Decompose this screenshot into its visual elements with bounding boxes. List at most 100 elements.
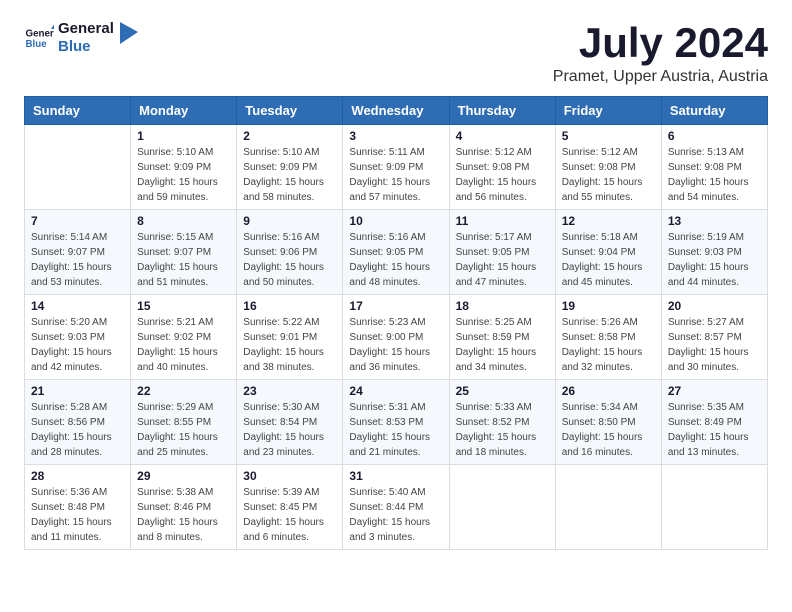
- day-number: 21: [31, 384, 124, 398]
- day-cell: 21 Sunrise: 5:28 AMSunset: 8:56 PMDaylig…: [25, 380, 131, 465]
- header-sunday: Sunday: [25, 97, 131, 125]
- day-cell: 19 Sunrise: 5:26 AMSunset: 8:58 PMDaylig…: [555, 295, 661, 380]
- day-info: Sunrise: 5:22 AMSunset: 9:01 PMDaylight:…: [243, 317, 324, 373]
- day-cell: 17 Sunrise: 5:23 AMSunset: 9:00 PMDaylig…: [343, 295, 449, 380]
- day-cell: 2 Sunrise: 5:10 AMSunset: 9:09 PMDayligh…: [237, 125, 343, 210]
- day-cell: 8 Sunrise: 5:15 AMSunset: 9:07 PMDayligh…: [131, 210, 237, 295]
- day-info: Sunrise: 5:29 AMSunset: 8:55 PMDaylight:…: [137, 402, 218, 458]
- day-cell: 15 Sunrise: 5:21 AMSunset: 9:02 PMDaylig…: [131, 295, 237, 380]
- day-cell: 31 Sunrise: 5:40 AMSunset: 8:44 PMDaylig…: [343, 465, 449, 550]
- header-tuesday: Tuesday: [237, 97, 343, 125]
- day-number: 26: [562, 384, 655, 398]
- day-info: Sunrise: 5:14 AMSunset: 9:07 PMDaylight:…: [31, 232, 112, 288]
- day-cell: 23 Sunrise: 5:30 AMSunset: 8:54 PMDaylig…: [237, 380, 343, 465]
- calendar-header-row: SundayMondayTuesdayWednesdayThursdayFrid…: [25, 97, 768, 125]
- day-cell: 22 Sunrise: 5:29 AMSunset: 8:55 PMDaylig…: [131, 380, 237, 465]
- day-cell: 27 Sunrise: 5:35 AMSunset: 8:49 PMDaylig…: [661, 380, 767, 465]
- day-info: Sunrise: 5:27 AMSunset: 8:57 PMDaylight:…: [668, 317, 749, 373]
- logo-icon: General Blue: [24, 23, 54, 53]
- logo: General Blue General Blue: [24, 20, 138, 56]
- day-number: 6: [668, 129, 761, 143]
- day-number: 29: [137, 469, 230, 483]
- day-cell: 30 Sunrise: 5:39 AMSunset: 8:45 PMDaylig…: [237, 465, 343, 550]
- day-number: 19: [562, 299, 655, 313]
- day-info: Sunrise: 5:10 AMSunset: 9:09 PMDaylight:…: [137, 147, 218, 203]
- day-cell: 13 Sunrise: 5:19 AMSunset: 9:03 PMDaylig…: [661, 210, 767, 295]
- month-title: July 2024: [553, 20, 768, 66]
- day-info: Sunrise: 5:15 AMSunset: 9:07 PMDaylight:…: [137, 232, 218, 288]
- day-cell: 14 Sunrise: 5:20 AMSunset: 9:03 PMDaylig…: [25, 295, 131, 380]
- day-number: 8: [137, 214, 230, 228]
- header-saturday: Saturday: [661, 97, 767, 125]
- day-number: 28: [31, 469, 124, 483]
- logo-blue: Blue: [58, 38, 114, 56]
- day-number: 22: [137, 384, 230, 398]
- header-thursday: Thursday: [449, 97, 555, 125]
- location-title: Pramet, Upper Austria, Austria: [553, 68, 768, 86]
- day-cell: [449, 465, 555, 550]
- svg-text:Blue: Blue: [26, 39, 48, 50]
- day-info: Sunrise: 5:12 AMSunset: 9:08 PMDaylight:…: [456, 147, 537, 203]
- day-info: Sunrise: 5:34 AMSunset: 8:50 PMDaylight:…: [562, 402, 643, 458]
- day-number: 31: [349, 469, 442, 483]
- logo-general: General: [58, 20, 114, 38]
- day-number: 13: [668, 214, 761, 228]
- day-number: 11: [456, 214, 549, 228]
- week-row-0: 1 Sunrise: 5:10 AMSunset: 9:09 PMDayligh…: [25, 125, 768, 210]
- svg-text:General: General: [26, 29, 55, 40]
- day-cell: 24 Sunrise: 5:31 AMSunset: 8:53 PMDaylig…: [343, 380, 449, 465]
- day-info: Sunrise: 5:10 AMSunset: 9:09 PMDaylight:…: [243, 147, 324, 203]
- day-info: Sunrise: 5:23 AMSunset: 9:00 PMDaylight:…: [349, 317, 430, 373]
- day-info: Sunrise: 5:39 AMSunset: 8:45 PMDaylight:…: [243, 487, 324, 543]
- day-info: Sunrise: 5:30 AMSunset: 8:54 PMDaylight:…: [243, 402, 324, 458]
- day-number: 17: [349, 299, 442, 313]
- day-info: Sunrise: 5:13 AMSunset: 9:08 PMDaylight:…: [668, 147, 749, 203]
- day-cell: 29 Sunrise: 5:38 AMSunset: 8:46 PMDaylig…: [131, 465, 237, 550]
- day-cell: 26 Sunrise: 5:34 AMSunset: 8:50 PMDaylig…: [555, 380, 661, 465]
- day-info: Sunrise: 5:40 AMSunset: 8:44 PMDaylight:…: [349, 487, 430, 543]
- day-cell: 3 Sunrise: 5:11 AMSunset: 9:09 PMDayligh…: [343, 125, 449, 210]
- day-info: Sunrise: 5:25 AMSunset: 8:59 PMDaylight:…: [456, 317, 537, 373]
- day-info: Sunrise: 5:17 AMSunset: 9:05 PMDaylight:…: [456, 232, 537, 288]
- day-number: 10: [349, 214, 442, 228]
- day-cell: [555, 465, 661, 550]
- title-area: July 2024 Pramet, Upper Austria, Austria: [553, 20, 768, 86]
- day-number: 9: [243, 214, 336, 228]
- day-number: 12: [562, 214, 655, 228]
- day-cell: 4 Sunrise: 5:12 AMSunset: 9:08 PMDayligh…: [449, 125, 555, 210]
- day-cell: 25 Sunrise: 5:33 AMSunset: 8:52 PMDaylig…: [449, 380, 555, 465]
- day-number: 18: [456, 299, 549, 313]
- day-info: Sunrise: 5:12 AMSunset: 9:08 PMDaylight:…: [562, 147, 643, 203]
- day-info: Sunrise: 5:31 AMSunset: 8:53 PMDaylight:…: [349, 402, 430, 458]
- day-number: 15: [137, 299, 230, 313]
- day-number: 14: [31, 299, 124, 313]
- day-cell: 7 Sunrise: 5:14 AMSunset: 9:07 PMDayligh…: [25, 210, 131, 295]
- day-info: Sunrise: 5:36 AMSunset: 8:48 PMDaylight:…: [31, 487, 112, 543]
- day-info: Sunrise: 5:20 AMSunset: 9:03 PMDaylight:…: [31, 317, 112, 373]
- day-number: 30: [243, 469, 336, 483]
- header-friday: Friday: [555, 97, 661, 125]
- week-row-2: 14 Sunrise: 5:20 AMSunset: 9:03 PMDaylig…: [25, 295, 768, 380]
- day-number: 27: [668, 384, 761, 398]
- day-info: Sunrise: 5:16 AMSunset: 9:05 PMDaylight:…: [349, 232, 430, 288]
- day-info: Sunrise: 5:11 AMSunset: 9:09 PMDaylight:…: [349, 147, 430, 203]
- day-info: Sunrise: 5:38 AMSunset: 8:46 PMDaylight:…: [137, 487, 218, 543]
- day-number: 2: [243, 129, 336, 143]
- header-monday: Monday: [131, 97, 237, 125]
- day-cell: 12 Sunrise: 5:18 AMSunset: 9:04 PMDaylig…: [555, 210, 661, 295]
- day-cell: 1 Sunrise: 5:10 AMSunset: 9:09 PMDayligh…: [131, 125, 237, 210]
- day-cell: 6 Sunrise: 5:13 AMSunset: 9:08 PMDayligh…: [661, 125, 767, 210]
- day-number: 5: [562, 129, 655, 143]
- day-number: 4: [456, 129, 549, 143]
- calendar-table: SundayMondayTuesdayWednesdayThursdayFrid…: [24, 96, 768, 550]
- day-info: Sunrise: 5:19 AMSunset: 9:03 PMDaylight:…: [668, 232, 749, 288]
- day-info: Sunrise: 5:26 AMSunset: 8:58 PMDaylight:…: [562, 317, 643, 373]
- day-cell: 11 Sunrise: 5:17 AMSunset: 9:05 PMDaylig…: [449, 210, 555, 295]
- day-info: Sunrise: 5:28 AMSunset: 8:56 PMDaylight:…: [31, 402, 112, 458]
- week-row-4: 28 Sunrise: 5:36 AMSunset: 8:48 PMDaylig…: [25, 465, 768, 550]
- day-number: 23: [243, 384, 336, 398]
- logo-arrow-icon: [120, 22, 138, 44]
- day-info: Sunrise: 5:18 AMSunset: 9:04 PMDaylight:…: [562, 232, 643, 288]
- header: General Blue General Blue July 2024 Pram…: [24, 20, 768, 86]
- day-number: 1: [137, 129, 230, 143]
